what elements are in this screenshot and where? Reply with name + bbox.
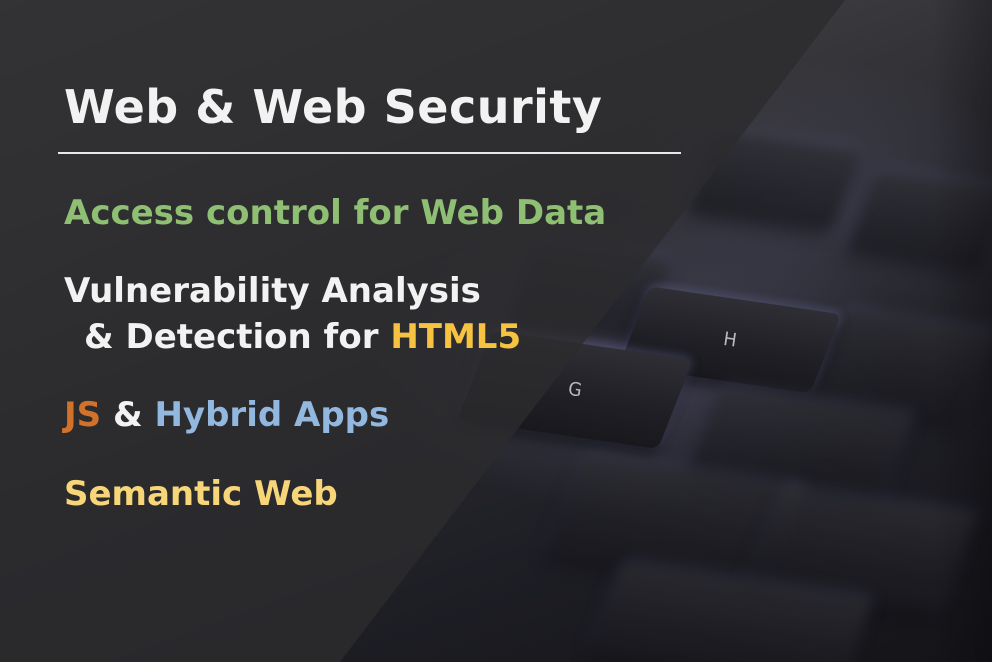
title-underline xyxy=(58,152,681,154)
topic-access-control: Access control for Web Data xyxy=(64,193,607,233)
html5-highlight: HTML5 xyxy=(390,317,522,357)
ampersand: & xyxy=(101,395,155,435)
topic-vulnerability-line1: Vulnerability Analysis xyxy=(64,271,481,311)
page-title: Web & Web Security xyxy=(64,80,603,134)
topic-js-hybrid: JS & Hybrid Apps xyxy=(64,394,389,437)
topic-vulnerability-line2: & Detection for HTML5 xyxy=(84,316,521,359)
js-label: JS xyxy=(64,395,102,435)
right-edge-shade xyxy=(932,0,992,662)
detection-text: & Detection for xyxy=(84,317,391,357)
banner-image: H G Web & Web Security Access control fo… xyxy=(0,0,992,662)
topic-semantic-web: Semantic Web xyxy=(64,474,338,514)
hybrid-apps-label: Hybrid Apps xyxy=(154,395,390,435)
